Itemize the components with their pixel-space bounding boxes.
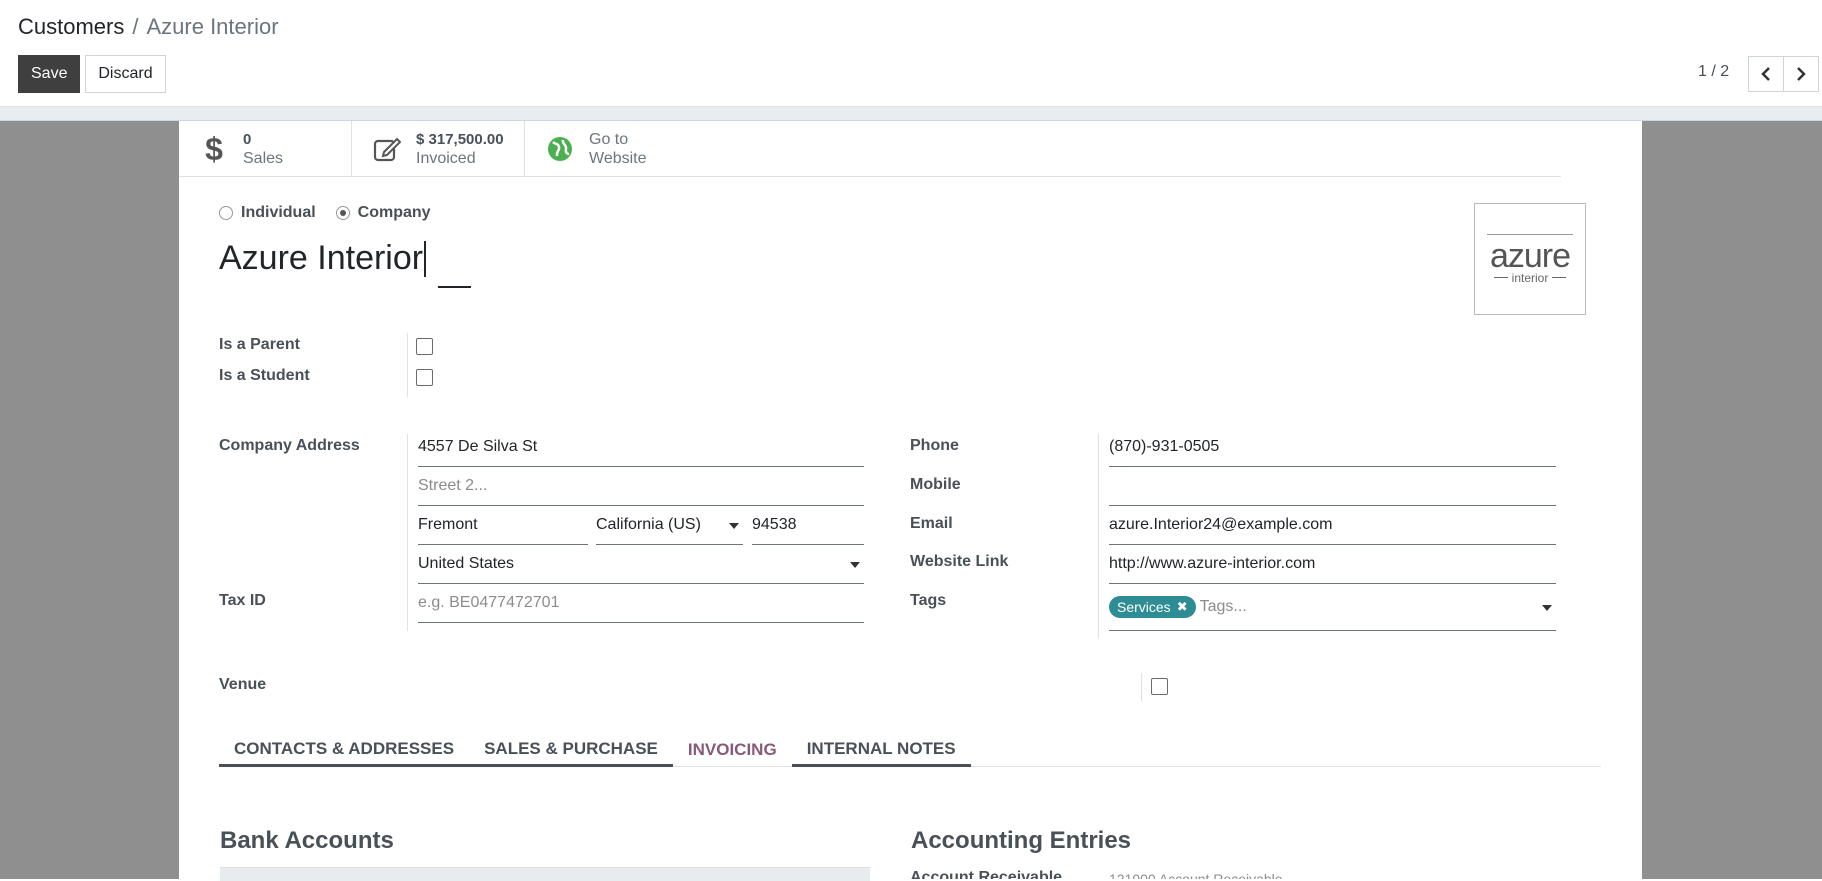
caret-down-icon xyxy=(729,523,739,529)
logo-sub-text: interior xyxy=(1511,270,1549,285)
individual-radio[interactable] xyxy=(219,206,233,220)
tab-internal-notes[interactable]: INTERNAL NOTES xyxy=(791,734,971,767)
chevron-left-icon xyxy=(1761,67,1770,81)
breadcrumb-customers-link[interactable]: Customers xyxy=(18,14,124,40)
street-input[interactable]: 4557 De Silva St xyxy=(418,428,864,467)
is-parent-label: Is a Parent xyxy=(219,336,300,353)
zip-input[interactable]: 94538 xyxy=(752,506,864,545)
tab-invoicing[interactable]: INVOICING xyxy=(672,734,792,767)
email-label: Email xyxy=(910,515,953,532)
company-radio[interactable] xyxy=(335,206,350,220)
tab-sales-purchase[interactable]: SALES & PURCHASE xyxy=(469,734,673,767)
country-select[interactable]: United States xyxy=(418,545,864,584)
sales-count: 0 xyxy=(243,131,252,148)
email-input[interactable]: azure.Interior24@example.com xyxy=(1109,506,1556,545)
tax-id-input[interactable]: e.g. BE0477472701 xyxy=(418,584,864,623)
tab-contacts-addresses[interactable]: CONTACTS & ADDRESSES xyxy=(219,734,470,767)
globe-icon xyxy=(545,136,575,162)
form-top-strip xyxy=(0,107,1822,121)
control-panel: Customers / Azure Interior Save Discard … xyxy=(0,0,1822,107)
smart-button-box: $ 0 Sales $ 317,500.00 Invoiced Go to We… xyxy=(179,121,1561,177)
company-type-radio: Individual Company xyxy=(219,204,431,222)
tag-label: Services xyxy=(1117,599,1171,615)
accounting-entries-title: Accounting Entries xyxy=(911,827,1132,854)
website-input[interactable]: http://www.azure-interior.com xyxy=(1109,545,1556,584)
pager-previous-button[interactable] xyxy=(1748,56,1784,92)
invoiced-stat-button[interactable]: $ 317,500.00 Invoiced xyxy=(352,121,525,177)
caret-down-icon xyxy=(1542,605,1552,611)
account-receivable-label: Account Receivable xyxy=(910,869,1063,879)
company-logo-image[interactable]: azure interior xyxy=(1474,203,1586,315)
form-sheet: $ 0 Sales $ 317,500.00 Invoiced Go to We… xyxy=(179,121,1642,881)
caret-down-icon xyxy=(850,562,860,568)
state-value: California (US) xyxy=(596,516,701,533)
pager-next-button[interactable] xyxy=(1783,56,1819,92)
website-label: Website xyxy=(589,150,647,167)
breadcrumb: Customers / Azure Interior xyxy=(18,14,279,40)
account-receivable-value[interactable]: 121000 Account Receivable xyxy=(1109,871,1283,879)
tax-id-label: Tax ID xyxy=(219,592,266,609)
phone-input[interactable]: (870)-931-0505 xyxy=(1109,428,1556,467)
website-stat-button[interactable]: Go to Website xyxy=(525,121,698,177)
discard-button[interactable]: Discard xyxy=(85,55,166,93)
phone-label: Phone xyxy=(910,437,959,454)
breadcrumb-current: Azure Interior xyxy=(146,14,279,39)
invoiced-amount: $ 317,500.00 xyxy=(416,131,504,148)
website-link-label: Website Link xyxy=(910,553,1009,570)
is-student-label: Is a Student xyxy=(219,367,310,384)
street2-input[interactable]: Street 2... xyxy=(418,467,864,506)
logo-main-text: azure xyxy=(1489,236,1571,275)
individual-label: Individual xyxy=(241,204,316,221)
save-button[interactable]: Save xyxy=(18,55,80,93)
partner-name-text: Azure Interior xyxy=(219,239,424,277)
partner-name-input[interactable]: Azure Interior xyxy=(219,239,426,278)
is-parent-checkbox[interactable] xyxy=(416,338,433,355)
breadcrumb-separator: / xyxy=(132,14,139,39)
bank-accounts-title: Bank Accounts xyxy=(220,827,394,854)
individual-option[interactable]: Individual xyxy=(219,204,316,222)
dollar-icon: $ xyxy=(199,132,229,166)
company-label: Company xyxy=(357,204,431,221)
city-input[interactable]: Fremont xyxy=(418,506,588,545)
invoiced-label: Invoiced xyxy=(416,150,476,167)
state-select[interactable]: California (US) xyxy=(596,506,743,545)
company-option[interactable]: Company xyxy=(335,204,431,222)
country-value: United States xyxy=(418,555,515,572)
company-address-label: Company Address xyxy=(219,437,360,454)
remove-tag-icon[interactable]: ✖ xyxy=(1177,599,1188,615)
tags-placeholder: Tags... xyxy=(1199,598,1247,615)
mobile-input[interactable] xyxy=(1109,467,1556,506)
venue-label: Venue xyxy=(219,676,267,693)
is-student-checkbox[interactable] xyxy=(416,369,433,386)
tags-input[interactable]: Services ✖ Tags... xyxy=(1109,584,1556,631)
notebook-tabs: CONTACTS & ADDRESSES SALES & PURCHASE IN… xyxy=(219,734,1601,767)
sales-stat-button[interactable]: $ 0 Sales xyxy=(179,121,352,177)
mobile-label: Mobile xyxy=(910,476,961,493)
venue-checkbox[interactable] xyxy=(1151,678,1168,695)
chevron-right-icon xyxy=(1797,67,1806,81)
tags-label: Tags xyxy=(910,592,947,609)
tag-services: Services ✖ xyxy=(1109,596,1196,618)
sales-label: Sales xyxy=(243,150,284,167)
text-caret xyxy=(424,240,426,277)
pager-value[interactable]: 1 / 2 xyxy=(1698,63,1729,81)
website-goto: Go to xyxy=(589,131,629,148)
edit-icon xyxy=(372,136,402,162)
name-field-underline xyxy=(438,286,471,288)
svg-text:$: $ xyxy=(205,132,223,166)
